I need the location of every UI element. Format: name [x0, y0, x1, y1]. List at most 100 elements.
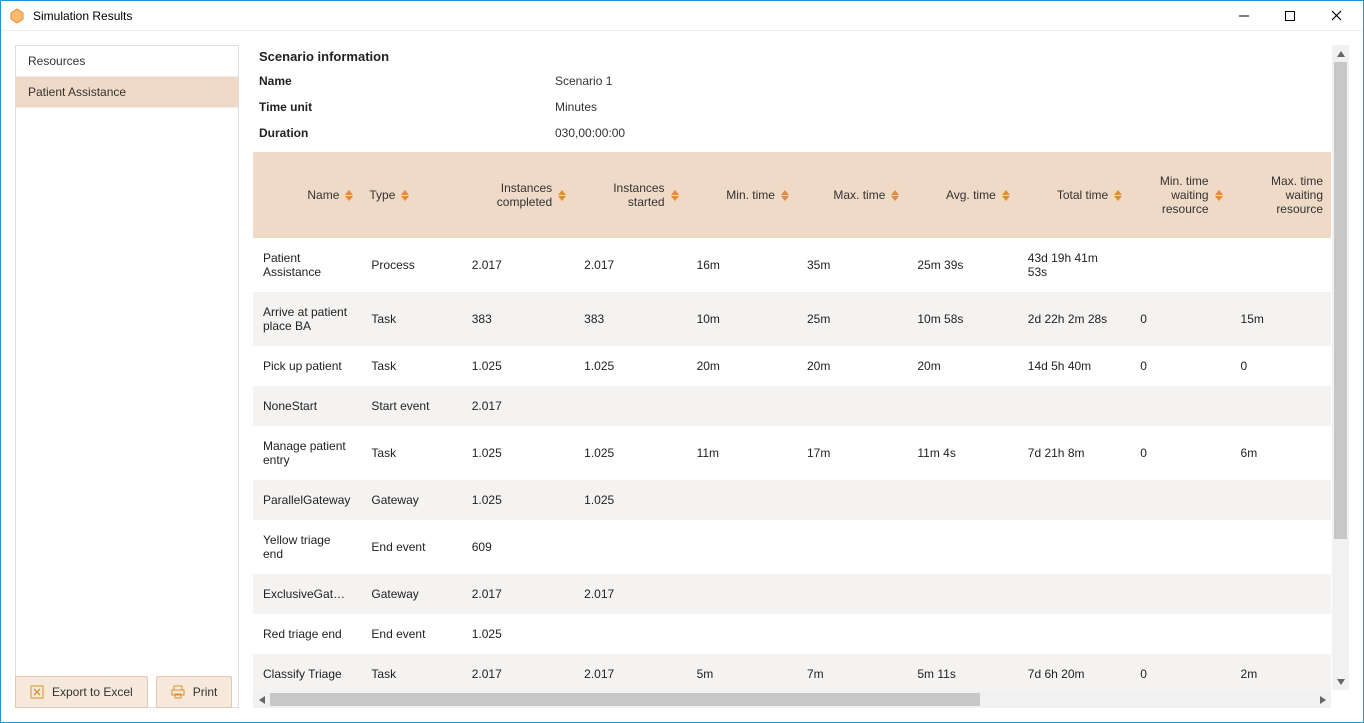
- table-cell: 15m: [1231, 292, 1331, 346]
- table-cell: Task: [361, 292, 461, 346]
- column-header[interactable]: Type: [361, 152, 461, 238]
- table-cell: 5m 11s: [907, 654, 1017, 694]
- table-cell: [907, 614, 1017, 654]
- table-cell: 5m: [687, 654, 797, 694]
- sidebar-item-patient-assistance[interactable]: Patient Assistance: [16, 77, 238, 108]
- table-cell: Task: [361, 426, 461, 480]
- export-to-excel-button[interactable]: Export to Excel: [15, 676, 148, 708]
- table-cell: [1231, 614, 1331, 654]
- table-cell: Arrive at patient place BA: [253, 292, 361, 346]
- table-cell: 43d 19h 41m 53s: [1018, 238, 1130, 292]
- table-cell: 1.025: [462, 614, 574, 654]
- table-cell: 383: [462, 292, 574, 346]
- table-cell: [1130, 238, 1230, 292]
- table-cell: [797, 520, 907, 574]
- table-row[interactable]: Classify TriageTask2.0172.0175m7m5m 11s7…: [253, 654, 1331, 694]
- table-cell: [797, 614, 907, 654]
- table-cell: 7m: [797, 654, 907, 694]
- print-button[interactable]: Print: [156, 676, 233, 708]
- column-header[interactable]: Min. time: [687, 152, 797, 238]
- table-row[interactable]: Patient AssistanceProcess2.0172.01716m35…: [253, 238, 1331, 292]
- sort-icon: [401, 190, 409, 201]
- column-header-label: Min. time: [726, 188, 775, 202]
- close-button[interactable]: [1313, 1, 1359, 31]
- vertical-scrollbar[interactable]: [1332, 45, 1349, 690]
- table-cell: Gateway: [361, 574, 461, 614]
- table-row[interactable]: Arrive at patient place BATask38338310m2…: [253, 292, 1331, 346]
- column-header[interactable]: Avg. time: [907, 152, 1017, 238]
- table-cell: [1130, 614, 1230, 654]
- table-cell: [687, 480, 797, 520]
- table-row[interactable]: ParallelGatewayGateway1.0251.025: [253, 480, 1331, 520]
- scenario-info-row: Time unitMinutes: [259, 100, 1331, 114]
- table-cell: NoneStart: [253, 386, 361, 426]
- column-header[interactable]: Name: [253, 152, 361, 238]
- column-header[interactable]: Min. time waiting resource: [1130, 152, 1230, 238]
- scenario-info-label: Time unit: [259, 100, 555, 114]
- column-header[interactable]: Instances completed: [462, 152, 574, 238]
- table-cell: [1130, 480, 1230, 520]
- column-header-label: Total time: [1057, 188, 1108, 202]
- table-cell: 2.017: [574, 654, 686, 694]
- table-row[interactable]: NoneStartStart event2.017: [253, 386, 1331, 426]
- table-cell: 0: [1130, 426, 1230, 480]
- column-header: Max. time waiting resource: [1231, 152, 1331, 238]
- scroll-left-arrow-icon[interactable]: [253, 691, 270, 708]
- column-header-label: Min. time waiting resource: [1138, 174, 1208, 216]
- column-header[interactable]: Instances started: [574, 152, 686, 238]
- horizontal-scrollbar[interactable]: [253, 691, 1331, 708]
- table-cell: [687, 614, 797, 654]
- table-cell: 1.025: [462, 480, 574, 520]
- table-cell: Start event: [361, 386, 461, 426]
- table-row[interactable]: ExclusiveGatewayGateway2.0172.017: [253, 574, 1331, 614]
- maximize-button[interactable]: [1267, 1, 1313, 31]
- table-cell: 10m: [687, 292, 797, 346]
- excel-icon: [30, 685, 44, 699]
- table-cell: 1.025: [574, 346, 686, 386]
- sidebar-item-label: Resources: [28, 54, 85, 68]
- table-cell: [687, 386, 797, 426]
- scenario-info-row: NameScenario 1: [259, 74, 1331, 88]
- table-cell: [1130, 520, 1230, 574]
- sort-icon: [558, 190, 566, 201]
- scroll-down-arrow-icon[interactable]: [1332, 673, 1349, 690]
- table-row[interactable]: Pick up patientTask1.0251.02520m20m20m14…: [253, 346, 1331, 386]
- column-header-label: Name: [307, 188, 339, 202]
- table-cell: 2.017: [462, 654, 574, 694]
- table-cell: 0: [1231, 346, 1331, 386]
- table-cell: 17m: [797, 426, 907, 480]
- table-cell: Process: [361, 238, 461, 292]
- titlebar: Simulation Results: [1, 1, 1363, 31]
- scenario-info-value: Scenario 1: [555, 74, 612, 88]
- table-cell: 2m: [1231, 654, 1331, 694]
- table-cell: ExclusiveGateway: [253, 574, 361, 614]
- column-header[interactable]: Max. time: [797, 152, 907, 238]
- table-cell: [797, 386, 907, 426]
- scroll-up-arrow-icon[interactable]: [1332, 45, 1349, 62]
- table-cell: [1231, 238, 1331, 292]
- vertical-scroll-thumb[interactable]: [1334, 62, 1347, 539]
- table-cell: 20m: [907, 346, 1017, 386]
- table-cell: 383: [574, 292, 686, 346]
- table-cell: End event: [361, 614, 461, 654]
- table-row[interactable]: Manage patient entryTask1.0251.02511m17m…: [253, 426, 1331, 480]
- table-row[interactable]: Red triage endEnd event1.025: [253, 614, 1331, 654]
- table-row[interactable]: Yellow triage endEnd event609: [253, 520, 1331, 574]
- table-cell: 0: [1130, 346, 1230, 386]
- table-cell: Task: [361, 654, 461, 694]
- printer-icon: [171, 685, 185, 699]
- scroll-right-arrow-icon[interactable]: [1314, 691, 1331, 708]
- sort-icon: [891, 190, 899, 201]
- sidebar-item-resources[interactable]: Resources: [16, 46, 238, 77]
- table-cell: 2.017: [462, 386, 574, 426]
- table-cell: [1231, 480, 1331, 520]
- table-cell: [1018, 520, 1130, 574]
- table-cell: 2.017: [574, 238, 686, 292]
- column-header[interactable]: Total time: [1018, 152, 1130, 238]
- minimize-button[interactable]: [1221, 1, 1267, 31]
- horizontal-scroll-thumb[interactable]: [270, 693, 980, 706]
- table-cell: [1231, 574, 1331, 614]
- sort-icon: [345, 190, 353, 201]
- table-cell: [907, 386, 1017, 426]
- table-cell: 2.017: [462, 574, 574, 614]
